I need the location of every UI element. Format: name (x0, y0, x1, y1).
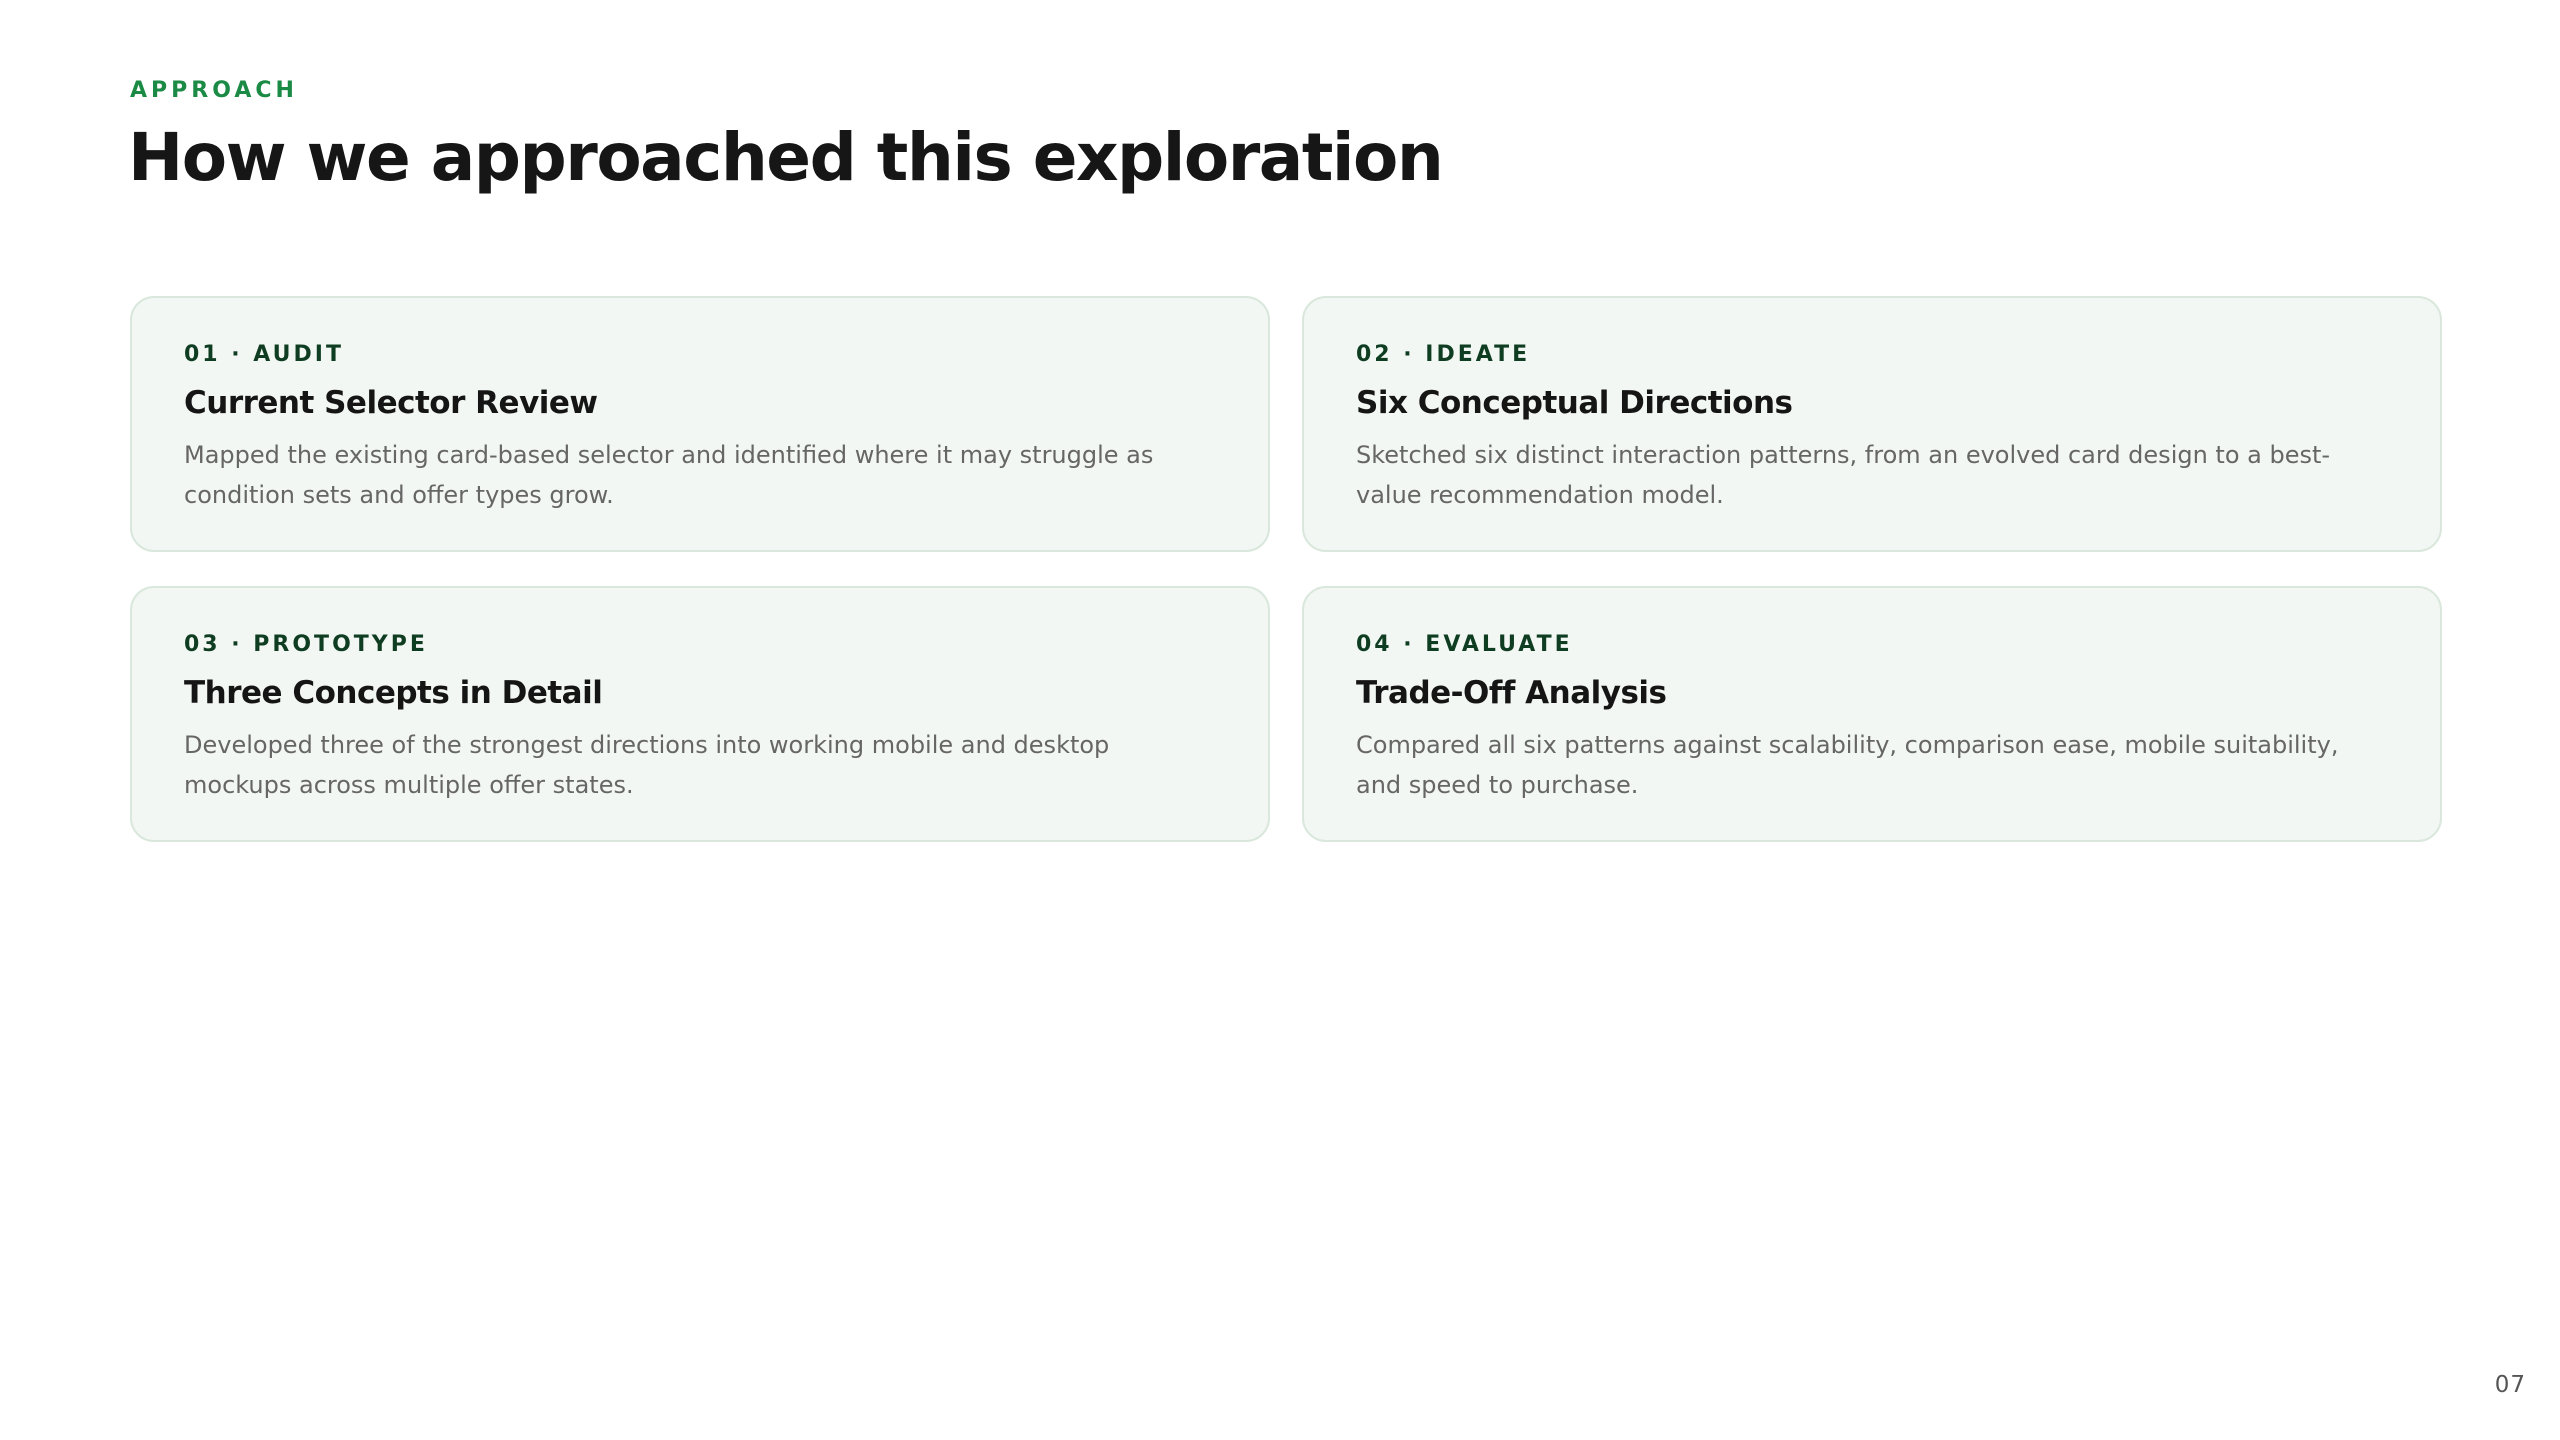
approach-cards-grid: 01 · AUDIT Current Selector Review Mappe… (130, 296, 2442, 842)
card-description: Sketched six distinct interaction patter… (1356, 441, 2331, 509)
card-kicker: 01 · AUDIT (184, 342, 344, 367)
approach-card-prototype: 03 · PROTOTYPE Three Concepts in Detail … (130, 586, 1270, 842)
card-kicker: 03 · PROTOTYPE (184, 632, 428, 657)
approach-card-ideate: 02 · IDEATE Six Conceptual Directions Sk… (1302, 296, 2442, 552)
approach-card-audit: 01 · AUDIT Current Selector Review Mappe… (130, 296, 1270, 552)
slide: APPROACH How we approached this explorat… (0, 0, 2560, 1440)
section-eyebrow: APPROACH (130, 78, 298, 103)
card-description: Compared all six patterns against scalab… (1356, 731, 2339, 799)
card-description: Developed three of the strongest directi… (184, 731, 1110, 799)
page-number: 07 (2494, 1372, 2526, 1398)
card-title: Three Concepts in Detail (184, 675, 603, 711)
card-title: Six Conceptual Directions (1356, 385, 1793, 421)
card-description: Mapped the existing card-based selector … (184, 441, 1154, 509)
card-title: Trade-Off Analysis (1356, 675, 1667, 711)
page-title: How we approached this exploration (128, 119, 1444, 196)
card-kicker: 02 · IDEATE (1356, 342, 1531, 367)
approach-card-evaluate: 04 · EVALUATE Trade-Off Analysis Compare… (1302, 586, 2442, 842)
card-title: Current Selector Review (184, 385, 598, 421)
card-kicker: 04 · EVALUATE (1356, 632, 1573, 657)
